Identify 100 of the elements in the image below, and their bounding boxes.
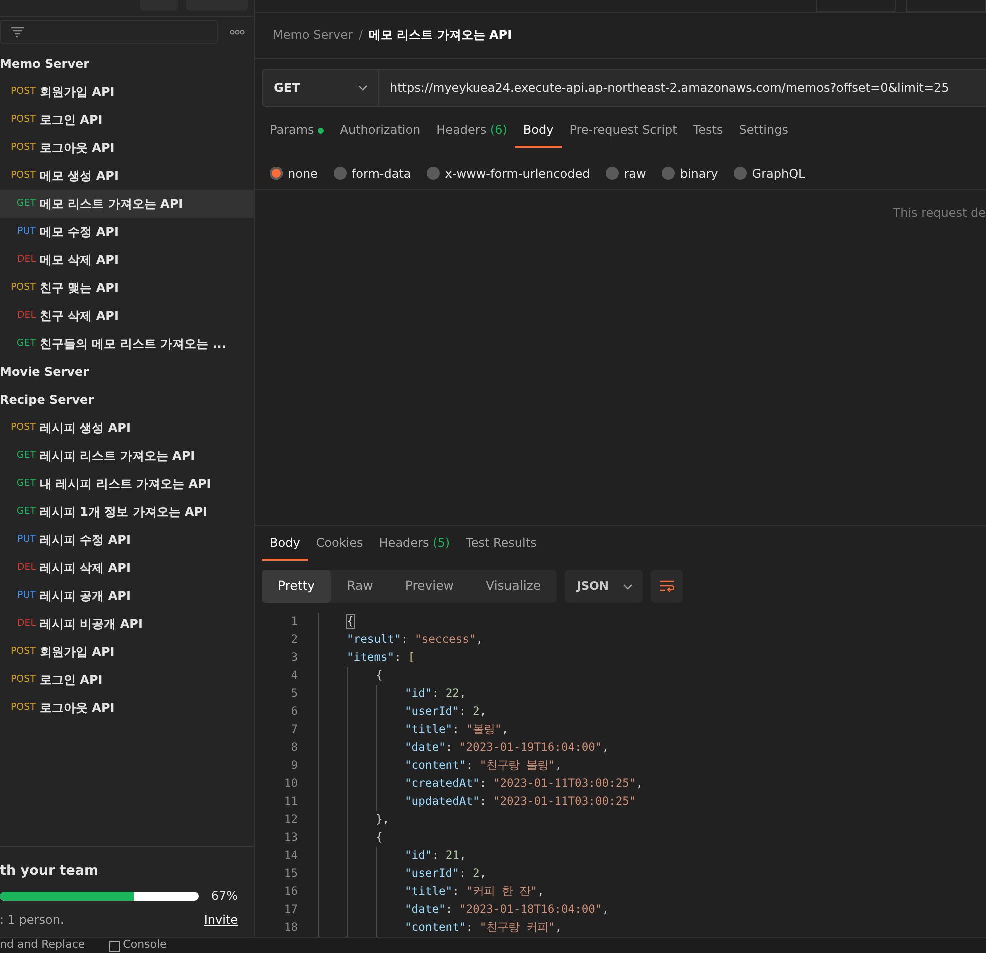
request-item[interactable]: POST 친구 맺는 API bbox=[0, 274, 254, 302]
request-item[interactable]: POST 메모 생성 API bbox=[0, 162, 254, 190]
code-line: "createdAt": "2023-01-11T03:00:25", bbox=[405, 776, 644, 792]
request-item[interactable]: POST 레시피 생성 API bbox=[0, 414, 254, 442]
more-icon[interactable] bbox=[230, 30, 245, 34]
tab[interactable]: Test Results bbox=[458, 528, 545, 562]
radio-button[interactable] bbox=[734, 167, 748, 180]
line-number: 9 bbox=[290, 758, 298, 774]
line-number: 6 bbox=[290, 704, 298, 720]
view-mode-button[interactable]: Pretty bbox=[262, 570, 332, 603]
filter-field[interactable] bbox=[0, 20, 218, 44]
console-label[interactable]: Console bbox=[123, 938, 167, 952]
line-number: 5 bbox=[290, 686, 298, 702]
wrap-lines-icon bbox=[659, 580, 676, 594]
request-item[interactable]: POST 회원가입 API bbox=[0, 78, 254, 106]
code-line: "title": "커피 한 잔", bbox=[405, 884, 544, 900]
radio-label[interactable]: x-www-form-urlencoded bbox=[445, 164, 590, 183]
line-number: 11 bbox=[283, 794, 298, 810]
request-item[interactable]: GET 레시피 1개 정보 가져오는 API bbox=[0, 498, 254, 526]
code-line: "date": "2023-01-19T16:04:00", bbox=[405, 740, 610, 756]
line-number: 7 bbox=[290, 722, 298, 738]
request-item[interactable]: GET 내 레시피 리스트 가져오는 API bbox=[0, 470, 254, 498]
radio-label[interactable]: GraphQL bbox=[752, 164, 806, 183]
breadcrumb-separator: / bbox=[358, 27, 363, 44]
folder-name[interactable]: Recipe Server bbox=[0, 386, 254, 414]
body-message: This request de bbox=[893, 204, 986, 222]
radio-button[interactable] bbox=[270, 167, 283, 180]
view-mode-button[interactable]: Raw bbox=[331, 570, 390, 603]
format-dropdown[interactable]: JSON bbox=[565, 570, 644, 603]
tab[interactable]: Cookies bbox=[308, 528, 372, 562]
line-number: 16 bbox=[283, 884, 298, 900]
line-number: 14 bbox=[283, 848, 298, 864]
line-number: 8 bbox=[290, 740, 298, 756]
code-line: { bbox=[376, 830, 383, 846]
code-line: "userId": 2, bbox=[405, 704, 487, 720]
radio-label[interactable]: raw bbox=[624, 164, 646, 183]
request-item[interactable]: PUT 메모 수정 API bbox=[0, 218, 254, 246]
request-item[interactable]: POST 로그아웃 API bbox=[0, 694, 254, 722]
request-item[interactable]: DEL 친구 삭제 API bbox=[0, 302, 254, 330]
tab[interactable]: Headers (5) bbox=[371, 528, 458, 562]
tab[interactable]: Body bbox=[515, 115, 562, 148]
request-item[interactable]: POST 로그인 API bbox=[0, 106, 254, 134]
code-line: }, bbox=[376, 812, 390, 828]
radio-label[interactable]: binary bbox=[680, 164, 718, 183]
code-line: "result": "seccess", bbox=[347, 632, 484, 648]
folder-name[interactable]: Memo Server bbox=[0, 50, 254, 78]
line-number: 3 bbox=[290, 650, 298, 666]
code-line: "updatedAt": "2023-01-11T03:00:25" bbox=[405, 794, 636, 810]
request-item[interactable]: POST 회원가입 API bbox=[0, 638, 254, 666]
breadcrumb-parent[interactable]: Memo Server bbox=[273, 26, 353, 44]
filter-icon bbox=[11, 26, 24, 38]
code-line: "id": 21, bbox=[405, 848, 466, 864]
request-item[interactable]: DEL 레시피 삭제 API bbox=[0, 554, 254, 582]
request-item[interactable]: PUT 레시피 공개 API bbox=[0, 582, 254, 610]
request-item[interactable]: POST 로그인 API bbox=[0, 666, 254, 694]
code-line: "title": "볼링", bbox=[405, 722, 509, 738]
view-mode-button[interactable]: Visualize bbox=[470, 570, 558, 603]
radio-label[interactable]: none bbox=[288, 164, 318, 183]
radio-button[interactable] bbox=[606, 167, 620, 180]
radio-label[interactable]: form-data bbox=[352, 164, 412, 183]
code-line: "id": 22, bbox=[405, 686, 466, 702]
code-line: "date": "2023-01-18T16:04:00", bbox=[405, 902, 610, 918]
tab[interactable]: Headers (6) bbox=[428, 115, 516, 148]
tab[interactable]: Params bbox=[262, 115, 332, 148]
line-number: 4 bbox=[290, 668, 298, 684]
tab[interactable]: Pre-request Script bbox=[562, 115, 686, 148]
request-item[interactable]: GET 친구들의 메모 리스트 가져오는 ... bbox=[0, 330, 254, 358]
line-number: 18 bbox=[283, 920, 298, 936]
code-line: "content": "친구랑 볼링", bbox=[405, 758, 562, 774]
line-number: 1 bbox=[290, 614, 298, 630]
tab[interactable]: Body bbox=[262, 528, 308, 562]
find-replace-label[interactable]: nd and Replace bbox=[0, 938, 86, 952]
progress-percent: 67% bbox=[211, 888, 238, 905]
line-number: 2 bbox=[290, 632, 298, 648]
request-item[interactable]: GET 레시피 리스트 가져오는 API bbox=[0, 442, 254, 470]
line-number: 13 bbox=[283, 830, 298, 846]
breadcrumb-current: 메모 리스트 가져오는 API bbox=[368, 27, 512, 44]
code-line: "items": [ bbox=[347, 650, 416, 666]
tab[interactable]: Authorization bbox=[332, 115, 429, 148]
folder-name[interactable]: Movie Server bbox=[0, 358, 254, 386]
line-number: 15 bbox=[283, 866, 298, 882]
view-mode-button[interactable]: Preview bbox=[389, 570, 470, 603]
invite-link[interactable]: Invite bbox=[204, 911, 238, 929]
chevron-icon bbox=[623, 584, 634, 590]
request-item[interactable]: DEL 메모 삭제 API bbox=[0, 246, 254, 274]
code-line: { bbox=[376, 668, 383, 684]
code-line: { bbox=[347, 614, 354, 630]
team-title: th your team bbox=[0, 862, 100, 881]
wrap-button[interactable] bbox=[651, 570, 684, 603]
request-item[interactable]: PUT 레시피 수정 API bbox=[0, 526, 254, 554]
tab[interactable]: Tests bbox=[685, 115, 732, 148]
radio-button[interactable] bbox=[427, 167, 440, 180]
code-line: "userId": 2, bbox=[405, 866, 487, 882]
request-item[interactable]: DEL 레시피 비공개 API bbox=[0, 610, 254, 638]
request-item[interactable]: GET 메모 리스트 가져오는 API bbox=[0, 190, 254, 218]
request-item[interactable]: POST 로그아웃 API bbox=[0, 134, 254, 162]
radio-button[interactable] bbox=[334, 167, 347, 180]
radio-button[interactable] bbox=[662, 167, 676, 180]
console-icon[interactable] bbox=[109, 941, 120, 952]
tab[interactable]: Settings bbox=[731, 115, 796, 148]
